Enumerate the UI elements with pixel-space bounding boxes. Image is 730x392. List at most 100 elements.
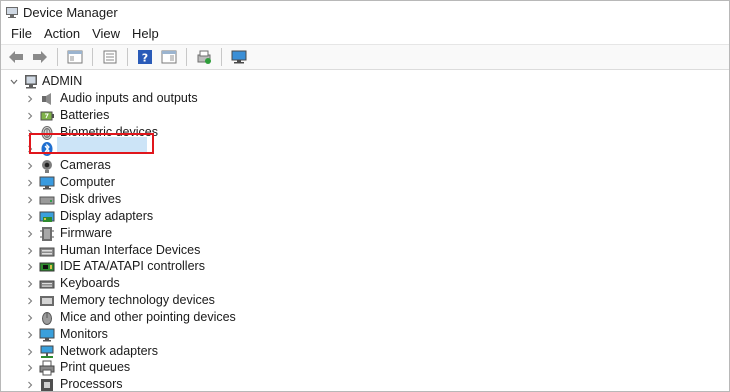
chevron-right-icon[interactable] (25, 380, 35, 390)
chevron-right-icon[interactable] (25, 279, 35, 289)
network-adapter-icon (39, 344, 55, 360)
tree-item-label: IDE ATA/ATAPI controllers (60, 259, 205, 274)
tree-item-label: Keyboards (60, 276, 120, 291)
computer-icon (39, 175, 55, 191)
tree-item-network-adapters[interactable]: Network adapters (1, 343, 729, 360)
memory-icon (39, 293, 55, 309)
menu-help[interactable]: Help (126, 24, 165, 43)
tree-item-keyboards[interactable]: Keyboards (1, 275, 729, 292)
chevron-right-icon[interactable] (25, 229, 35, 239)
title-bar: Device Manager (1, 1, 729, 23)
tree-item-processors[interactable]: Processors (1, 376, 729, 392)
tree-item-audio-inputs-and-outputs[interactable]: Audio inputs and outputs (1, 90, 729, 107)
tree-item-firmware[interactable]: Firmware (1, 225, 729, 242)
ide-controller-icon (39, 259, 55, 275)
tree-item-mice-and-other-pointing-devices[interactable]: Mice and other pointing devices (1, 309, 729, 326)
chevron-right-icon[interactable] (25, 94, 35, 104)
tree-item-label: Mice and other pointing devices (60, 309, 236, 324)
tree-item-cameras[interactable]: Cameras (1, 157, 729, 174)
tree-item-computer[interactable]: Computer (1, 174, 729, 191)
menu-action[interactable]: Action (38, 24, 86, 43)
printer-icon (39, 360, 55, 376)
tree-item-print-queues[interactable]: Print queues (1, 359, 729, 376)
chevron-right-icon[interactable] (25, 262, 35, 272)
hid-icon (39, 243, 55, 259)
chevron-right-icon[interactable] (25, 178, 35, 188)
chevron-right-icon[interactable] (25, 330, 35, 340)
speaker-icon (39, 91, 55, 107)
chevron-right-icon[interactable] (25, 313, 35, 323)
tree-item-label: Memory technology devices (60, 293, 215, 308)
chevron-right-icon[interactable] (25, 246, 35, 256)
firmware-icon (39, 226, 55, 242)
tree-item-ide-ata-atapi-controllers[interactable]: IDE ATA/ATAPI controllers (1, 258, 729, 275)
toolbar: ? (1, 45, 729, 70)
back-button[interactable] (5, 47, 27, 67)
action-pane-icon (161, 50, 177, 64)
menu-view[interactable]: View (86, 24, 126, 43)
scan-hardware-icon (231, 50, 247, 64)
chevron-right-icon[interactable] (25, 161, 35, 171)
disk-drive-icon (39, 192, 55, 208)
tree-item-human-interface-devices[interactable]: Human Interface Devices (1, 242, 729, 259)
help-button[interactable]: ? (134, 47, 156, 67)
toolbar-separator (92, 48, 93, 66)
tree-item-label: Cameras (60, 158, 111, 173)
toolbar-separator (127, 48, 128, 66)
battery-icon (39, 108, 55, 124)
chevron-right-icon[interactable] (25, 296, 35, 306)
processor-icon (39, 377, 55, 391)
svg-text:?: ? (142, 52, 148, 65)
tree-item-disk-drives[interactable]: Disk drives (1, 191, 729, 208)
keyboard-icon (39, 276, 55, 292)
tree-item-label: Monitors (60, 326, 108, 341)
menu-bar: File Action View Help (1, 23, 729, 45)
properties-pane-button[interactable] (64, 47, 86, 67)
show-hide-console-tree-button[interactable] (99, 47, 121, 67)
device-tree: ADMIN Audio inputs and outputs Batteries Bi… (1, 71, 729, 391)
tree-item-label: Firmware (60, 225, 113, 240)
display-adapter-icon (39, 209, 55, 225)
tree-item-memory-technology-devices[interactable]: Memory technology devices (1, 292, 729, 309)
properties-pane-icon (67, 50, 83, 64)
update-driver-button[interactable] (193, 47, 215, 67)
chevron-right-icon[interactable] (25, 347, 35, 357)
device-manager-app-icon (5, 5, 19, 19)
chevron-right-icon[interactable] (25, 212, 35, 222)
show-hide-console-tree-icon (103, 50, 117, 64)
computer-root-icon (23, 74, 39, 90)
chevron-right-icon[interactable] (25, 195, 35, 205)
tree-root-admin[interactable]: ADMIN (1, 73, 729, 90)
update-driver-icon (197, 50, 211, 64)
camera-icon (39, 158, 55, 174)
monitor-icon (39, 327, 55, 343)
chevron-right-icon[interactable] (25, 363, 35, 373)
mouse-icon (39, 310, 55, 326)
chevron-right-icon[interactable] (25, 111, 35, 121)
tree-item-label: Disk drives (60, 191, 122, 206)
tree-item-label: Network adapters (60, 343, 158, 358)
menu-file[interactable]: File (5, 24, 38, 43)
tree-item-display-adapters[interactable]: Display adapters (1, 208, 729, 225)
scan-hardware-button[interactable] (228, 47, 250, 67)
tree-item-batteries[interactable]: Batteries (1, 107, 729, 124)
tree-item-monitors[interactable]: Monitors (1, 326, 729, 343)
forward-button[interactable] (29, 47, 51, 67)
forward-icon (33, 51, 47, 63)
help-icon: ? (138, 50, 152, 65)
window-title: Device Manager (23, 4, 118, 20)
tree-item-label: Audio inputs and outputs (60, 90, 198, 105)
device-manager-window: Device Manager File Action View Help ? A… (0, 0, 730, 392)
tree-item-label: Display adapters (60, 208, 154, 223)
toolbar-separator (221, 48, 222, 66)
chevron-down-icon[interactable] (9, 77, 19, 87)
action-pane-button[interactable] (158, 47, 180, 67)
tree-item-label: Processors (60, 377, 123, 392)
back-icon (9, 51, 23, 63)
tree-root-label: ADMIN (42, 74, 83, 88)
tree-item-label: Human Interface Devices (60, 242, 201, 257)
highlight-box (29, 133, 154, 154)
toolbar-separator (57, 48, 58, 66)
tree-item-label: Print queues (60, 360, 131, 375)
tree-item-label: Batteries (60, 107, 110, 122)
